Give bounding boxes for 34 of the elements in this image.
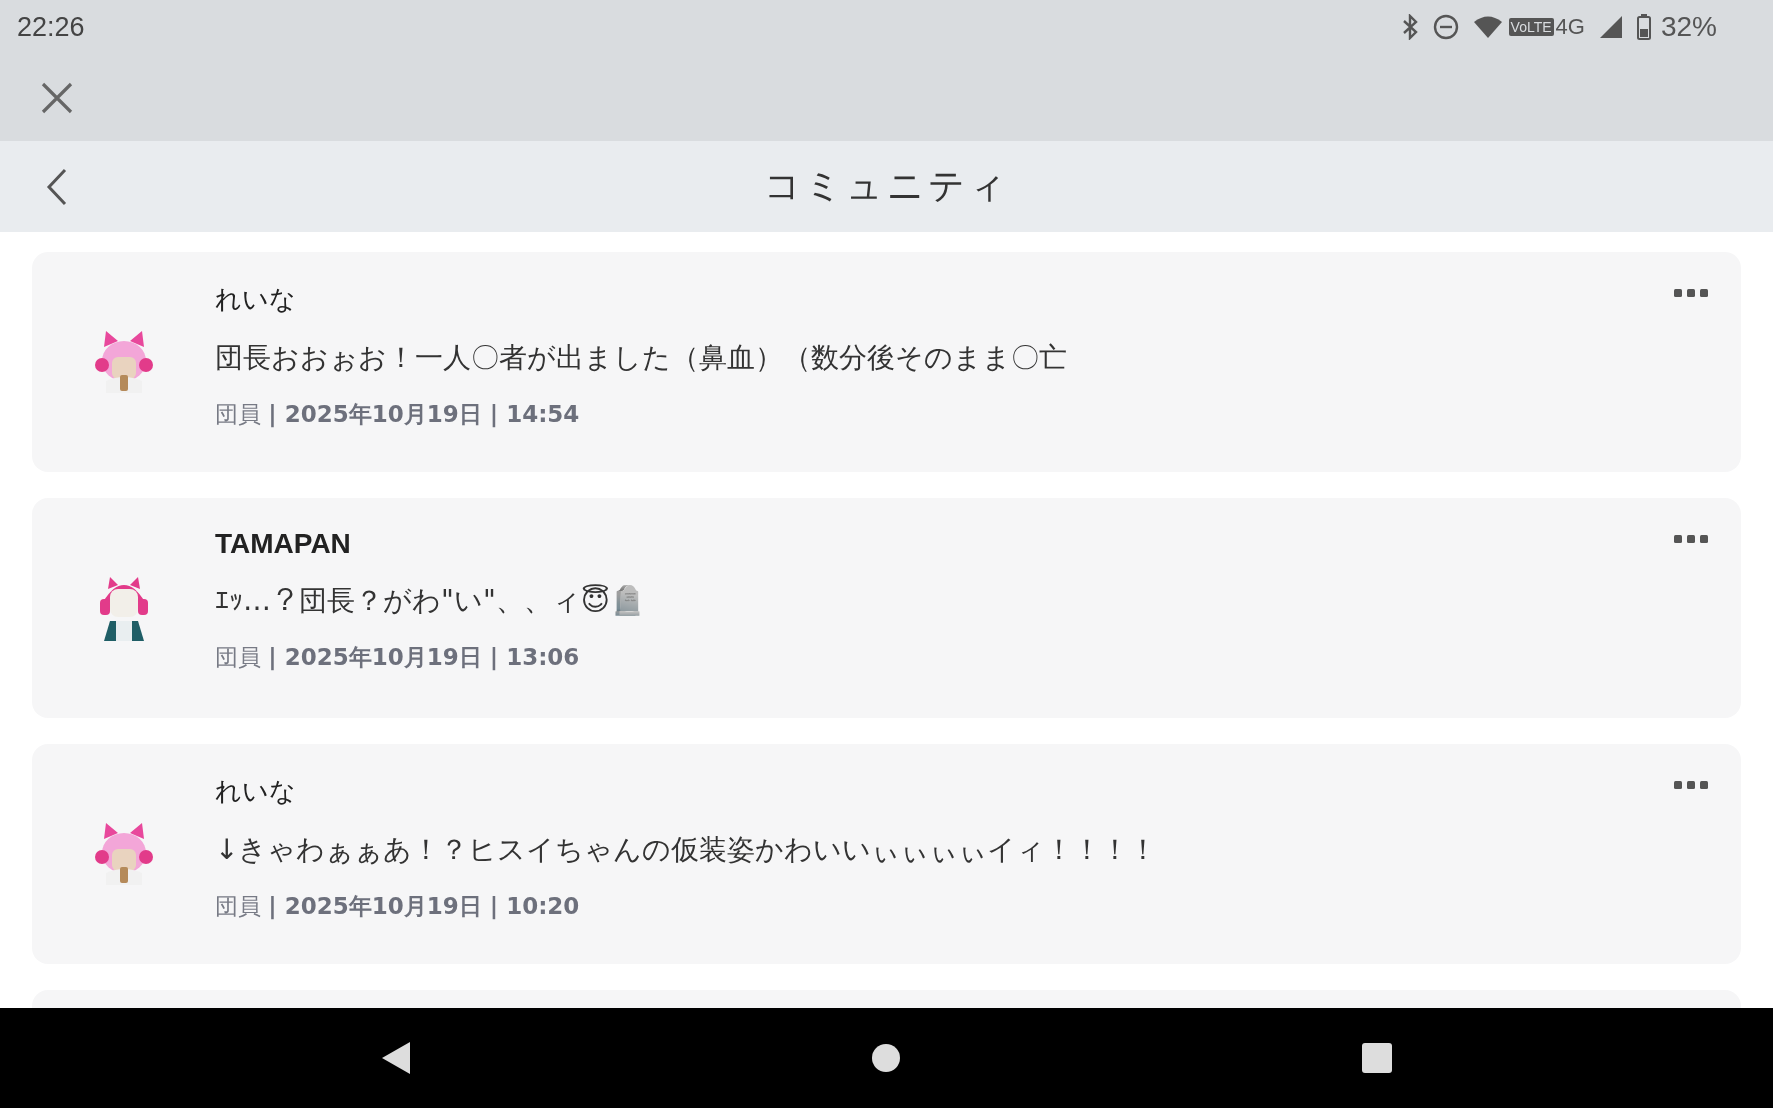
author-name: TAMAPAN (215, 528, 352, 560)
home-button[interactable] (870, 1043, 901, 1073)
signal-icon (1598, 15, 1623, 39)
do-not-disturb-icon (1432, 14, 1459, 40)
more-button[interactable] (1673, 780, 1709, 790)
author-name: れいな (215, 283, 297, 316)
close-button[interactable] (40, 80, 74, 115)
more-icon (1673, 780, 1709, 790)
recents-square-icon (1360, 1042, 1393, 1074)
author-name: れいな (215, 775, 297, 808)
more-icon (1673, 288, 1709, 298)
close-icon (40, 80, 74, 115)
post-message: ↓きゃわぁぁあ！？ヒスイちゃんの仮装姿かわいいぃぃぃぃイィ！！！！ (215, 832, 1158, 868)
battery-percent: 32% (1660, 11, 1717, 43)
battery-icon (1636, 14, 1651, 40)
page-title: コミュニティ (763, 164, 1010, 208)
post-meta: 団員 | 2025年10月19日 | 10:20 (215, 892, 581, 922)
back-button[interactable] (46, 167, 68, 206)
more-icon (1673, 534, 1709, 544)
volte-badge: VoLTE (1508, 18, 1554, 36)
back-triangle-icon (380, 1041, 411, 1075)
recents-button[interactable] (1360, 1042, 1393, 1074)
wifi-icon (1472, 15, 1503, 39)
back-icon (46, 167, 68, 206)
more-button[interactable] (1673, 534, 1709, 544)
post-meta: 団員 | 2025年10月19日 | 14:54 (215, 400, 581, 430)
nav-back-button[interactable] (380, 1041, 411, 1075)
post-message: ｴｯ…？団長？がわ"い"、、ィ😇🪦 (215, 583, 645, 619)
post-message: 団長おおぉお！一人〇者が出ました（鼻血）（数分後そのまま〇亡 (215, 340, 1067, 376)
post-meta: 団員 | 2025年10月19日 | 13:06 (215, 643, 581, 673)
home-circle-icon (870, 1043, 901, 1073)
network-type: 4G (1555, 14, 1585, 40)
clock-time: 22:26 (17, 11, 85, 43)
more-button[interactable] (1673, 288, 1709, 298)
